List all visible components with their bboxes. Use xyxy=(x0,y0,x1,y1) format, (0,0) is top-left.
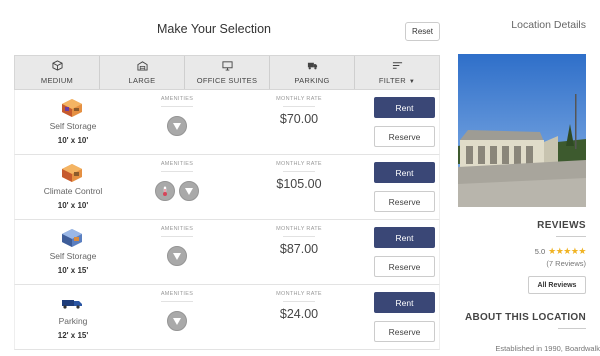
divider xyxy=(161,171,193,172)
location-details-title: Location Details xyxy=(511,19,586,31)
star-rating-icon: ★★★★★ xyxy=(548,246,586,256)
tab-label: LARGE xyxy=(128,76,156,85)
ground-floor-icon[interactable] xyxy=(167,116,187,136)
tab-parking[interactable]: PARKING xyxy=(270,56,355,89)
rent-button[interactable]: Rent xyxy=(374,162,435,183)
monthly-rate-label: MONTHLY RATE xyxy=(276,291,322,297)
unit-price: $24.00 xyxy=(279,307,319,321)
box-icon xyxy=(51,60,63,71)
divider xyxy=(558,328,586,329)
all-reviews-button[interactable]: All Reviews xyxy=(528,276,586,294)
about-location-text: Established in 1990, Boardwalk xyxy=(495,344,600,353)
amenities-icons xyxy=(151,181,203,201)
chevron-down-icon: ▼ xyxy=(408,79,416,85)
divider xyxy=(161,106,193,107)
filter-icon xyxy=(392,62,402,69)
filter-label-wrap: FILTER ▼ xyxy=(379,76,415,85)
unit-row: Self Storage 10' x 15' AMENITIES MONTHLY… xyxy=(14,220,440,285)
divider xyxy=(161,236,193,237)
warehouse-icon xyxy=(136,61,148,71)
rating-value: 5.0 xyxy=(534,247,546,256)
divider xyxy=(161,301,193,302)
tab-medium[interactable]: MEDIUM xyxy=(15,56,100,89)
reserve-button[interactable]: Reserve xyxy=(374,191,435,212)
monthly-rate-label: MONTHLY RATE xyxy=(276,161,322,167)
storage-unit-image xyxy=(62,229,82,247)
amenities-label: AMENITIES xyxy=(160,96,194,102)
unit-size: 10' x 15' xyxy=(57,266,89,275)
location-panel: Location Details REVIEWS 5.0 ★★★★★ (7 Rev… xyxy=(456,0,600,356)
amenities-icons xyxy=(151,246,203,266)
divider xyxy=(283,171,315,172)
selection-header: Make Your Selection Reset xyxy=(14,0,440,55)
about-location-title: ABOUT THIS LOCATION xyxy=(464,312,586,323)
rent-button[interactable]: Rent xyxy=(374,292,435,313)
unit-type: Self Storage xyxy=(49,251,97,261)
amenities-icons xyxy=(151,116,203,136)
tab-label: OFFICE SUITES xyxy=(196,76,258,85)
thermometer-icon[interactable] xyxy=(155,181,175,201)
amenities-label: AMENITIES xyxy=(160,226,194,232)
unit-price: $87.00 xyxy=(279,242,319,256)
parking-vehicle-image xyxy=(62,300,82,309)
unit-size: 10' x 10' xyxy=(57,201,89,210)
unit-price: $70.00 xyxy=(279,112,319,126)
divider xyxy=(283,236,315,237)
amenities-label: AMENITIES xyxy=(160,291,194,297)
page-title: Make Your Selection xyxy=(157,22,271,36)
facility-photo xyxy=(458,54,586,207)
unit-price: $105.00 xyxy=(276,177,322,191)
review-count: (7 Reviews) xyxy=(546,259,586,268)
tab-filter[interactable]: FILTER ▼ xyxy=(355,56,439,89)
unit-type: Parking xyxy=(58,316,88,326)
reset-button[interactable]: Reset xyxy=(405,22,440,41)
ground-floor-icon[interactable] xyxy=(179,181,199,201)
reserve-button[interactable]: Reserve xyxy=(374,256,435,277)
amenities-label: AMENITIES xyxy=(160,161,194,167)
unit-size: 10' x 10' xyxy=(57,136,89,145)
divider xyxy=(556,236,586,237)
unit-type: Climate Control xyxy=(43,186,103,196)
tab-label: MEDIUM xyxy=(40,76,74,85)
selection-panel: Make Your Selection Reset MEDIUM LARGE O… xyxy=(14,0,440,356)
unit-type: Self Storage xyxy=(49,121,97,131)
ground-floor-icon[interactable] xyxy=(167,311,187,331)
unit-row: Parking 12' x 15' AMENITIES MONTHLY RATE… xyxy=(14,285,440,350)
reviews-title: REVIEWS xyxy=(537,220,586,231)
unit-row: Climate Control 10' x 10' AMENITIES MONT… xyxy=(14,155,440,220)
rating: 5.0 ★★★★★ xyxy=(456,246,587,257)
storage-unit-image xyxy=(62,99,82,117)
unit-size-tabs: MEDIUM LARGE OFFICE SUITES PARKING FILTE… xyxy=(14,55,440,90)
rent-button[interactable]: Rent xyxy=(374,97,435,118)
monthly-rate-label: MONTHLY RATE xyxy=(276,96,322,102)
ground-floor-icon[interactable] xyxy=(167,246,187,266)
unit-row: Self Storage 10' x 10' AMENITIES MONTHLY… xyxy=(14,90,440,155)
storage-unit-image xyxy=(62,164,82,182)
amenities-icons xyxy=(151,311,203,331)
tab-office-suites[interactable]: OFFICE SUITES xyxy=(185,56,270,89)
tab-label: FILTER xyxy=(378,76,406,85)
monthly-rate-label: MONTHLY RATE xyxy=(276,226,322,232)
tab-large[interactable]: LARGE xyxy=(100,56,185,89)
unit-size: 12' x 15' xyxy=(57,331,89,340)
reserve-button[interactable]: Reserve xyxy=(374,321,435,342)
rent-button[interactable]: Rent xyxy=(374,227,435,248)
monitor-icon xyxy=(221,61,233,71)
divider xyxy=(283,301,315,302)
truck-icon xyxy=(307,62,317,70)
reserve-button[interactable]: Reserve xyxy=(374,126,435,147)
tab-label: PARKING xyxy=(294,76,330,85)
divider xyxy=(283,106,315,107)
